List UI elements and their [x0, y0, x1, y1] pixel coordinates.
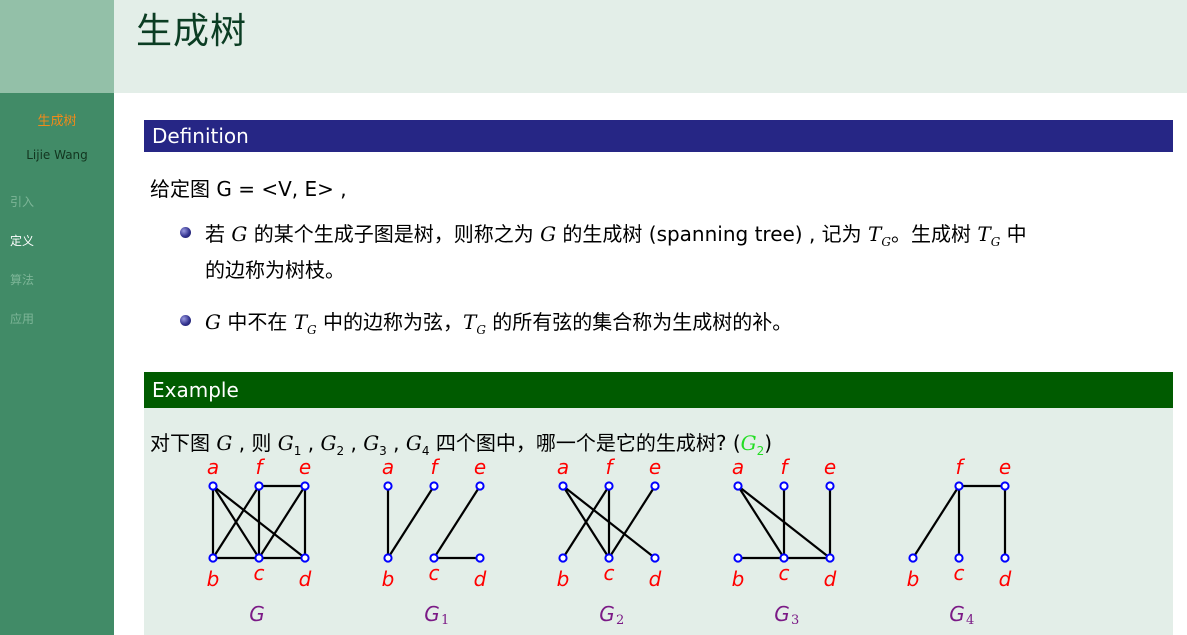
- vertex-label: b: [207, 567, 220, 591]
- vertex-label: c: [604, 561, 615, 585]
- sidebar-item-definition[interactable]: 定义: [10, 232, 34, 249]
- vertex-label: d: [299, 567, 312, 591]
- graph-vertex: [1000, 553, 1010, 563]
- example-graphs: a f eb c dGa f eb c dG 1a f eb c dG 2a f eb c dG 3f eb c dG 4: [207, 455, 1012, 628]
- vertex-label: b: [732, 567, 745, 591]
- graph-name-subscript: 4: [966, 613, 974, 628]
- graph-vertex: [300, 553, 310, 563]
- sidebar-item-intro[interactable]: 引入: [10, 193, 34, 210]
- graph-edge: [433, 485, 481, 559]
- graph-vertex: [383, 481, 393, 491]
- sidebar-presentation-title[interactable]: 生成树: [0, 110, 114, 129]
- graph-vertex: [475, 553, 485, 563]
- sidebar-item-algorithm[interactable]: 算法: [10, 271, 34, 288]
- vertex-label: e: [474, 455, 486, 479]
- definition-bullet-2: G 中不在 TG 中的边称为弦，TG 的所有弦的集合称为生成树的补。: [205, 310, 793, 337]
- vertex-label: a: [207, 455, 219, 479]
- graph-vertex: [208, 553, 218, 563]
- graph-vertex: [1000, 481, 1010, 491]
- graph-vertex: [650, 553, 660, 563]
- page-title: 生成树: [136, 11, 248, 52]
- vertex-label: f: [780, 455, 790, 479]
- graph-vertex: [558, 553, 568, 563]
- graph-vertex: [733, 481, 743, 491]
- graph-vertex: [254, 481, 264, 491]
- vertex-label: e: [649, 455, 661, 479]
- vertex-label: a: [382, 455, 394, 479]
- sidebar: 生成树 Lijie Wang 引入 定义 算法 应用: [0, 93, 114, 635]
- graph-name-label: G: [249, 602, 265, 626]
- graph-edge: [912, 485, 960, 559]
- vertex-label: a: [732, 455, 744, 479]
- graph-vertex: [429, 481, 439, 491]
- sidebar-item-application[interactable]: 应用: [10, 310, 34, 327]
- graph-G2: a f e b c d G 2: [557, 455, 662, 628]
- graph-vertex: [475, 481, 485, 491]
- example-heading: Example: [144, 372, 1173, 408]
- vertex-label: e: [824, 455, 836, 479]
- vertex-label: c: [779, 561, 790, 585]
- vertex-label: b: [907, 567, 920, 591]
- graph-vertex: [208, 481, 218, 491]
- graph-vertex: [779, 481, 789, 491]
- graph-name-subscript: 3: [791, 613, 799, 628]
- vertex-label: c: [429, 561, 440, 585]
- graph-vertex: [558, 481, 568, 491]
- graph-vertex: [954, 481, 964, 491]
- vertex-label: d: [999, 567, 1012, 591]
- vertex-label: d: [824, 567, 837, 591]
- graph-G3: a f e b c d G 3: [732, 455, 837, 628]
- graph-vertex: [908, 553, 918, 563]
- definition-bullet-1-line2: 的边称为树枝。: [205, 258, 345, 282]
- frame-header: 生成树: [114, 0, 1187, 93]
- graph-G4: f e b c d G 4: [907, 455, 1012, 628]
- graph-G: a f e b c d G: [207, 455, 312, 626]
- graph-vertex: [300, 481, 310, 491]
- graph-vertex: [383, 553, 393, 563]
- definition-intro: 给定图 G = <V, E> ,: [150, 177, 347, 201]
- graph-name-label: G: [949, 602, 965, 626]
- graph-name-subscript: 2: [616, 613, 624, 628]
- graph-G1: a f e b c d G 1: [382, 455, 487, 628]
- bullet-icon: [180, 227, 191, 238]
- graph-vertex: [825, 553, 835, 563]
- graph-name-label: G: [599, 602, 615, 626]
- graph-vertex: [604, 481, 614, 491]
- vertex-label: c: [954, 561, 965, 585]
- vertex-label: b: [382, 567, 395, 591]
- graph-name-subscript: 1: [441, 613, 449, 628]
- graph-edge: [258, 485, 306, 559]
- graph-name-label: G: [424, 602, 440, 626]
- graph-edge: [608, 485, 656, 559]
- sidebar-author: Lijie Wang: [26, 148, 88, 162]
- vertex-label: f: [255, 455, 265, 479]
- definition-heading: Definition: [144, 120, 1173, 152]
- vertex-label: f: [955, 455, 965, 479]
- vertex-label: a: [557, 455, 569, 479]
- vertex-label: f: [605, 455, 615, 479]
- graph-vertex: [733, 553, 743, 563]
- vertex-label: f: [430, 455, 440, 479]
- vertex-label: b: [557, 567, 570, 591]
- graph-edge: [737, 485, 785, 559]
- vertex-label: d: [474, 567, 487, 591]
- vertex-label: d: [649, 567, 662, 591]
- graph-vertex: [650, 481, 660, 491]
- graph-edge: [387, 485, 435, 559]
- definition-bullet-1: 若 G 的某个生成子图是树，则称之为 G 的生成树 (spanning tree…: [205, 222, 1027, 249]
- bullet-icon: [180, 315, 191, 326]
- vertex-label: c: [254, 561, 265, 585]
- graph-name-label: G: [774, 602, 790, 626]
- vertex-label: e: [299, 455, 311, 479]
- vertex-label: e: [999, 455, 1011, 479]
- graph-vertex: [825, 481, 835, 491]
- sidebar-logo-area: [0, 0, 114, 93]
